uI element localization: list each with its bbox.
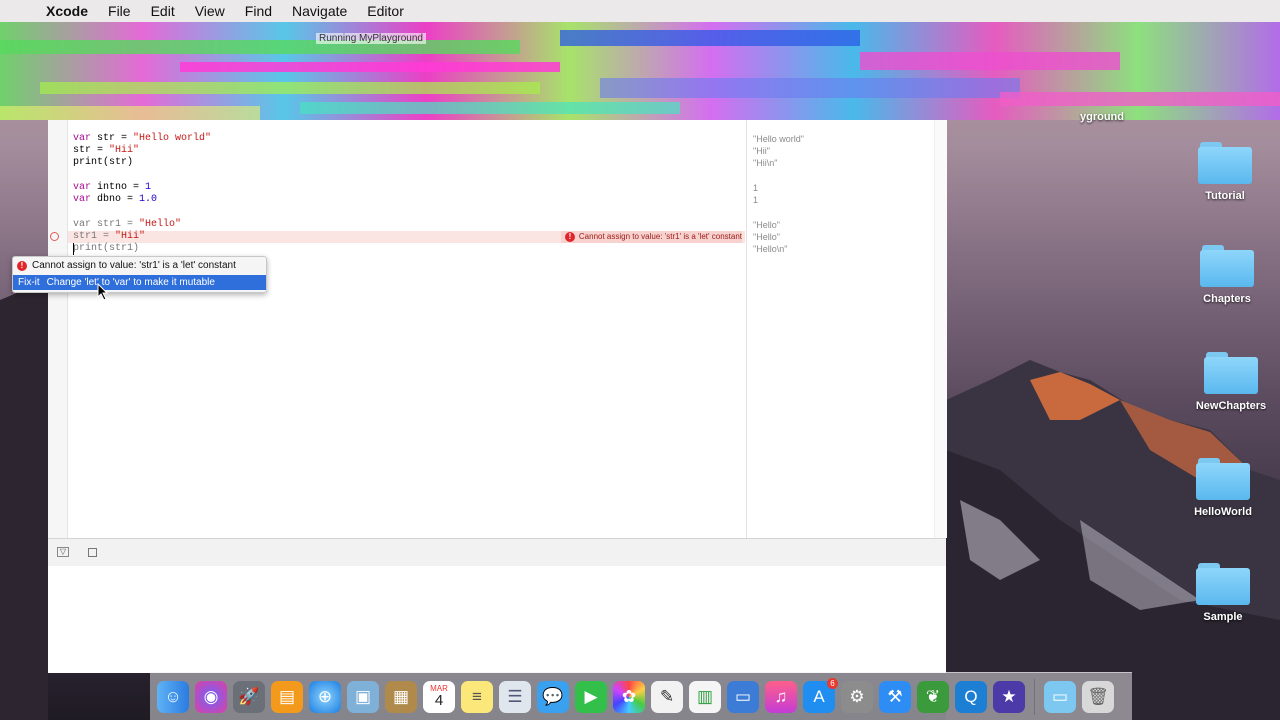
code-line-8: print(str1) bbox=[73, 243, 140, 254]
finder-icon[interactable]: ☺ bbox=[157, 680, 189, 713]
desktop-folder-sample[interactable]: Sample bbox=[1178, 563, 1268, 623]
folder-label: HelloWorld bbox=[1194, 506, 1252, 518]
editor-scrollbar[interactable] bbox=[934, 120, 947, 538]
folder-icon bbox=[1198, 142, 1252, 184]
desktop-label-playground[interactable]: yground bbox=[1080, 111, 1124, 123]
code-line-2: str = "Hii" bbox=[73, 145, 140, 156]
menu-bar: Xcode File Edit View Find Navigate Edito… bbox=[0, 0, 1280, 22]
numbers-icon[interactable]: ▥ bbox=[689, 680, 721, 713]
trash-icon[interactable]: 🗑 bbox=[1082, 680, 1114, 713]
fixit-label: Fix-it bbox=[18, 277, 40, 288]
code-line-6: var str1 = "Hello" bbox=[73, 219, 182, 230]
result-line[interactable]: "Hii" bbox=[753, 145, 770, 157]
textedit-icon[interactable]: ✎ bbox=[651, 680, 683, 713]
error-icon: ! bbox=[564, 232, 575, 242]
calendar-day: 4 bbox=[434, 692, 444, 709]
downloads-folder-icon[interactable]: ▭ bbox=[1044, 680, 1076, 713]
code-line-5: var dbno = 1.0 bbox=[73, 194, 158, 205]
error-gutter-icon[interactable] bbox=[50, 232, 59, 241]
menu-app-xcode[interactable]: Xcode bbox=[36, 3, 98, 19]
results-sidebar: "Hello world" "Hii" "Hii\n" 1 1 "Hello" … bbox=[746, 120, 934, 538]
fixit-option-change-let-to-var[interactable]: Fix-it Change 'let' to 'var' to make it … bbox=[13, 275, 266, 290]
messages-icon[interactable]: 💬 bbox=[537, 680, 569, 713]
folder-icon bbox=[1196, 458, 1250, 500]
fixit-description: Change 'let' to 'var' to make it mutable bbox=[46, 277, 215, 288]
photos-icon[interactable]: ✿ bbox=[613, 680, 645, 713]
desktop-folder-chapters[interactable]: Chapters bbox=[1182, 245, 1272, 305]
facetime-icon[interactable]: ▶ bbox=[575, 680, 607, 713]
itunes-icon[interactable]: ♫ bbox=[765, 680, 797, 713]
menu-find[interactable]: Find bbox=[235, 3, 282, 19]
imovie-icon[interactable]: ★ bbox=[993, 680, 1025, 713]
dock-separator bbox=[1034, 678, 1035, 715]
reminders-icon[interactable]: ☰ bbox=[499, 680, 531, 713]
debug-console[interactable] bbox=[48, 566, 946, 673]
system-preferences-icon[interactable]: ⚙ bbox=[841, 680, 873, 713]
menu-navigate[interactable]: Navigate bbox=[282, 3, 357, 19]
hide-debug-area-button[interactable]: ▽ bbox=[57, 547, 69, 557]
menu-file[interactable]: File bbox=[98, 3, 141, 19]
result-line[interactable]: "Hello" bbox=[753, 231, 780, 243]
desktop-folder-tutorial[interactable]: Tutorial bbox=[1180, 142, 1270, 202]
folder-icon bbox=[1204, 352, 1258, 394]
inline-error-message[interactable]: ! Cannot assign to value: 'str1' is a 'l… bbox=[560, 231, 742, 243]
app-store-badge: 6 bbox=[827, 677, 838, 689]
code-line-3: print(str) bbox=[73, 157, 134, 168]
result-line[interactable]: 1 bbox=[753, 182, 758, 194]
menu-view[interactable]: View bbox=[185, 3, 235, 19]
folder-label: NewChapters bbox=[1195, 400, 1267, 412]
folder-label: Sample bbox=[1203, 611, 1243, 623]
result-line[interactable]: "Hello" bbox=[753, 219, 780, 231]
desktop-folder-newchapters[interactable]: NewChapters bbox=[1186, 352, 1276, 412]
folder-label: Chapters bbox=[1203, 293, 1251, 305]
contacts-icon[interactable]: ▦ bbox=[385, 680, 417, 713]
toolbar-status: Running MyPlayground bbox=[316, 33, 426, 44]
code-line-4: var intno = 1 bbox=[73, 182, 152, 193]
keynote-icon[interactable]: ▭ bbox=[727, 680, 759, 713]
folder-label: Tutorial bbox=[1205, 190, 1245, 202]
desktop-folder-helloworld[interactable]: HelloWorld bbox=[1178, 458, 1268, 518]
quicktime-icon[interactable]: Q bbox=[955, 680, 987, 713]
result-line[interactable]: "Hii\n" bbox=[753, 157, 777, 169]
dock: ☺ ◉ 🚀 ▤ ⊕ ▣ ▦ MAR 4 ≡ ☰ 💬 ▶ ✿ ✎ ▥ ▭ ♫ A6… bbox=[150, 672, 1132, 720]
menu-editor[interactable]: Editor bbox=[357, 3, 414, 19]
fixit-popup: ! Cannot assign to value: 'str1' is a 'l… bbox=[12, 256, 267, 293]
result-line[interactable]: 1 bbox=[753, 194, 758, 206]
run-stop-button[interactable] bbox=[88, 548, 97, 557]
mouse-pointer-icon bbox=[97, 283, 109, 301]
xcode-window: var str = "Hello world" str = "Hii" prin… bbox=[48, 120, 947, 673]
line-gutter bbox=[48, 120, 68, 538]
code-line-7: str1 = "Hii" bbox=[73, 231, 146, 242]
fixit-message-text: Cannot assign to value: 'str1' is a 'let… bbox=[32, 260, 236, 271]
code-editor[interactable]: var str = "Hello world" str = "Hii" prin… bbox=[68, 120, 745, 538]
menu-edit[interactable]: Edit bbox=[141, 3, 185, 19]
ibooks-icon[interactable]: ▤ bbox=[271, 680, 303, 713]
code-token: "Hello world" bbox=[133, 133, 212, 144]
safari-icon[interactable]: ⊕ bbox=[309, 680, 341, 713]
app-store-icon[interactable]: A6 bbox=[803, 677, 838, 713]
fixit-error-message: ! Cannot assign to value: 'str1' is a 'l… bbox=[17, 260, 236, 271]
calendar-icon[interactable]: MAR 4 bbox=[423, 680, 455, 713]
evernote-icon[interactable]: ❦ bbox=[917, 680, 949, 713]
error-icon: ! bbox=[17, 260, 27, 271]
folder-icon bbox=[1200, 245, 1254, 287]
text-cursor bbox=[73, 243, 74, 255]
debug-bar: ▽ bbox=[48, 538, 946, 567]
siri-icon[interactable]: ◉ bbox=[195, 680, 227, 713]
inline-error-text: Cannot assign to value: 'str1' is a 'let… bbox=[578, 232, 742, 241]
result-line[interactable]: "Hello\n" bbox=[753, 243, 787, 255]
xcode-icon[interactable]: ⚒ bbox=[879, 680, 911, 713]
preview-icon[interactable]: ▣ bbox=[347, 680, 379, 713]
code-line-1: var str = "Hello world" bbox=[73, 133, 212, 144]
notes-icon[interactable]: ≡ bbox=[461, 680, 493, 713]
result-line[interactable]: "Hello world" bbox=[753, 133, 804, 145]
launchpad-icon[interactable]: 🚀 bbox=[233, 680, 265, 713]
toolbar-glitch-region bbox=[0, 22, 1280, 120]
folder-icon bbox=[1196, 563, 1250, 605]
